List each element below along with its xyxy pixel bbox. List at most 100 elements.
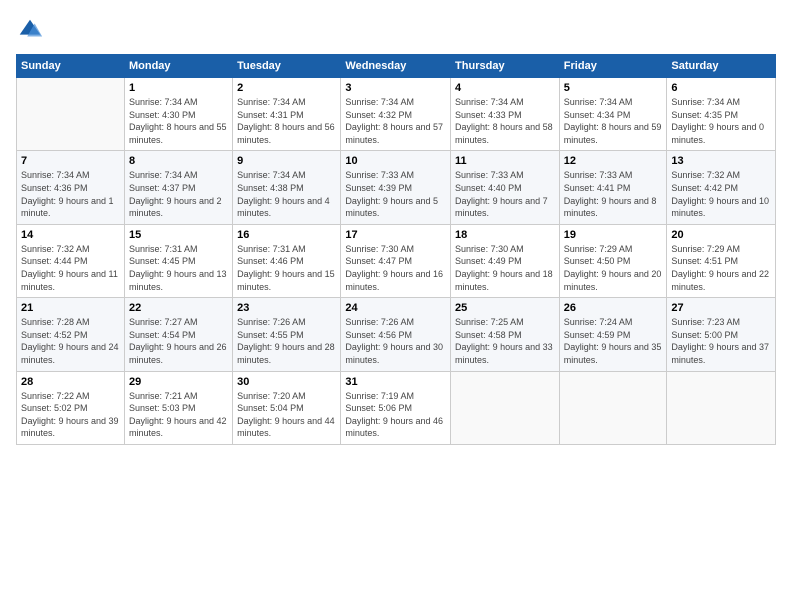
day-cell: 22 Sunrise: 7:27 AMSunset: 4:54 PMDayligh… <box>124 298 232 371</box>
day-cell: 30 Sunrise: 7:20 AMSunset: 5:04 PMDayligh… <box>233 371 341 444</box>
day-info: Sunrise: 7:19 AMSunset: 5:06 PMDaylight:… <box>345 390 446 440</box>
day-cell: 5 Sunrise: 7:34 AMSunset: 4:34 PMDaylight… <box>559 78 667 151</box>
day-cell: 17 Sunrise: 7:30 AMSunset: 4:47 PMDayligh… <box>341 224 451 297</box>
logo-icon <box>16 16 44 44</box>
day-info: Sunrise: 7:32 AMSunset: 4:42 PMDaylight:… <box>671 169 771 219</box>
day-number: 30 <box>237 376 336 388</box>
weekday-header-monday: Monday <box>124 55 232 78</box>
day-cell: 9 Sunrise: 7:34 AMSunset: 4:38 PMDaylight… <box>233 151 341 224</box>
weekday-header-tuesday: Tuesday <box>233 55 341 78</box>
week-row-4: 21Sunrise: 7:28 AMSunset: 4:52 PMDayligh… <box>17 298 776 371</box>
day-number: 29 <box>129 376 228 388</box>
day-number: 9 <box>237 155 336 167</box>
day-info: Sunrise: 7:33 AMSunset: 4:40 PMDaylight:… <box>455 169 555 219</box>
day-number: 26 <box>564 302 663 314</box>
day-cell: 12Sunrise: 7:33 AMSunset: 4:41 PMDayligh… <box>559 151 667 224</box>
week-row-3: 14 Sunrise: 7:32 AMSunset: 4:44 PMDayligh… <box>17 224 776 297</box>
weekday-header-sunday: Sunday <box>17 55 125 78</box>
day-number: 18 <box>455 229 555 241</box>
day-number: 24 <box>345 302 446 314</box>
day-info: Sunrise: 7:34 AMSunset: 4:38 PMDaylight:… <box>237 169 336 219</box>
logo <box>16 16 48 44</box>
day-info: Sunrise: 7:34 AMSunset: 4:37 PMDaylight:… <box>129 169 228 219</box>
day-number: 5 <box>564 82 663 94</box>
day-info: Sunrise: 7:24 AMSunset: 4:59 PMDaylight:… <box>564 316 663 366</box>
day-info: Sunrise: 7:31 AMSunset: 4:45 PMDaylight:… <box>129 243 228 293</box>
day-number: 7 <box>21 155 120 167</box>
day-info: Sunrise: 7:20 AMSunset: 5:04 PMDaylight:… <box>237 390 336 440</box>
day-info: Sunrise: 7:30 AMSunset: 4:47 PMDaylight:… <box>345 243 446 293</box>
day-number: 8 <box>129 155 228 167</box>
day-info: Sunrise: 7:29 AMSunset: 4:51 PMDaylight:… <box>671 243 771 293</box>
weekday-header-saturday: Saturday <box>667 55 776 78</box>
day-number: 1 <box>129 82 228 94</box>
day-number: 14 <box>21 229 120 241</box>
day-cell: 8 Sunrise: 7:34 AMSunset: 4:37 PMDaylight… <box>124 151 232 224</box>
day-info: Sunrise: 7:34 AMSunset: 4:34 PMDaylight:… <box>564 96 663 146</box>
day-cell: 29 Sunrise: 7:21 AMSunset: 5:03 PMDayligh… <box>124 371 232 444</box>
day-info: Sunrise: 7:32 AMSunset: 4:44 PMDaylight:… <box>21 243 120 293</box>
day-info: Sunrise: 7:23 AMSunset: 5:00 PMDaylight:… <box>671 316 771 366</box>
day-info: Sunrise: 7:31 AMSunset: 4:46 PMDaylight:… <box>237 243 336 293</box>
day-cell: 1 Sunrise: 7:34 AMSunset: 4:30 PMDaylight… <box>124 78 232 151</box>
day-number: 16 <box>237 229 336 241</box>
day-cell: 26 Sunrise: 7:24 AMSunset: 4:59 PMDayligh… <box>559 298 667 371</box>
week-row-1: 1 Sunrise: 7:34 AMSunset: 4:30 PMDaylight… <box>17 78 776 151</box>
day-info: Sunrise: 7:21 AMSunset: 5:03 PMDaylight:… <box>129 390 228 440</box>
day-number: 31 <box>345 376 446 388</box>
day-cell: 16 Sunrise: 7:31 AMSunset: 4:46 PMDayligh… <box>233 224 341 297</box>
day-number: 23 <box>237 302 336 314</box>
calendar-page: SundayMondayTuesdayWednesdayThursdayFrid… <box>0 0 792 612</box>
weekday-header-row: SundayMondayTuesdayWednesdayThursdayFrid… <box>17 55 776 78</box>
day-cell: 14 Sunrise: 7:32 AMSunset: 4:44 PMDayligh… <box>17 224 125 297</box>
day-info: Sunrise: 7:34 AMSunset: 4:30 PMDaylight:… <box>129 96 228 146</box>
day-info: Sunrise: 7:34 AMSunset: 4:33 PMDaylight:… <box>455 96 555 146</box>
day-cell: 25 Sunrise: 7:25 AMSunset: 4:58 PMDayligh… <box>451 298 560 371</box>
day-number: 17 <box>345 229 446 241</box>
day-number: 6 <box>671 82 771 94</box>
day-number: 15 <box>129 229 228 241</box>
day-info: Sunrise: 7:34 AMSunset: 4:35 PMDaylight:… <box>671 96 771 146</box>
day-number: 13 <box>671 155 771 167</box>
day-cell: 10 Sunrise: 7:33 AMSunset: 4:39 PMDayligh… <box>341 151 451 224</box>
day-info: Sunrise: 7:22 AMSunset: 5:02 PMDaylight:… <box>21 390 120 440</box>
day-cell: 31 Sunrise: 7:19 AMSunset: 5:06 PMDayligh… <box>341 371 451 444</box>
calendar-table: SundayMondayTuesdayWednesdayThursdayFrid… <box>16 54 776 445</box>
day-cell: 6 Sunrise: 7:34 AMSunset: 4:35 PMDaylight… <box>667 78 776 151</box>
day-number: 20 <box>671 229 771 241</box>
day-cell: 7 Sunrise: 7:34 AMSunset: 4:36 PMDaylight… <box>17 151 125 224</box>
day-number: 11 <box>455 155 555 167</box>
day-number: 27 <box>671 302 771 314</box>
day-number: 25 <box>455 302 555 314</box>
day-info: Sunrise: 7:34 AMSunset: 4:32 PMDaylight:… <box>345 96 446 146</box>
day-number: 10 <box>345 155 446 167</box>
day-cell: 18 Sunrise: 7:30 AMSunset: 4:49 PMDayligh… <box>451 224 560 297</box>
day-info: Sunrise: 7:27 AMSunset: 4:54 PMDaylight:… <box>129 316 228 366</box>
day-number: 3 <box>345 82 446 94</box>
weekday-header-friday: Friday <box>559 55 667 78</box>
day-info: Sunrise: 7:26 AMSunset: 4:55 PMDaylight:… <box>237 316 336 366</box>
day-cell: 19 Sunrise: 7:29 AMSunset: 4:50 PMDayligh… <box>559 224 667 297</box>
weekday-header-wednesday: Wednesday <box>341 55 451 78</box>
day-info: Sunrise: 7:25 AMSunset: 4:58 PMDaylight:… <box>455 316 555 366</box>
day-info: Sunrise: 7:34 AMSunset: 4:36 PMDaylight:… <box>21 169 120 219</box>
week-row-5: 28Sunrise: 7:22 AMSunset: 5:02 PMDayligh… <box>17 371 776 444</box>
day-number: 22 <box>129 302 228 314</box>
day-info: Sunrise: 7:30 AMSunset: 4:49 PMDaylight:… <box>455 243 555 293</box>
week-row-2: 7 Sunrise: 7:34 AMSunset: 4:36 PMDaylight… <box>17 151 776 224</box>
day-info: Sunrise: 7:33 AMSunset: 4:39 PMDaylight:… <box>345 169 446 219</box>
day-number: 4 <box>455 82 555 94</box>
day-cell: 3 Sunrise: 7:34 AMSunset: 4:32 PMDaylight… <box>341 78 451 151</box>
day-cell: 2 Sunrise: 7:34 AMSunset: 4:31 PMDaylight… <box>233 78 341 151</box>
day-info: Sunrise: 7:34 AMSunset: 4:31 PMDaylight:… <box>237 96 336 146</box>
header <box>16 16 776 44</box>
day-info: Sunrise: 7:29 AMSunset: 4:50 PMDaylight:… <box>564 243 663 293</box>
day-number: 2 <box>237 82 336 94</box>
day-cell: 23 Sunrise: 7:26 AMSunset: 4:55 PMDayligh… <box>233 298 341 371</box>
day-number: 21 <box>21 302 120 314</box>
day-number: 19 <box>564 229 663 241</box>
day-cell <box>451 371 560 444</box>
day-number: 12 <box>564 155 663 167</box>
weekday-header-thursday: Thursday <box>451 55 560 78</box>
day-cell: 11 Sunrise: 7:33 AMSunset: 4:40 PMDayligh… <box>451 151 560 224</box>
